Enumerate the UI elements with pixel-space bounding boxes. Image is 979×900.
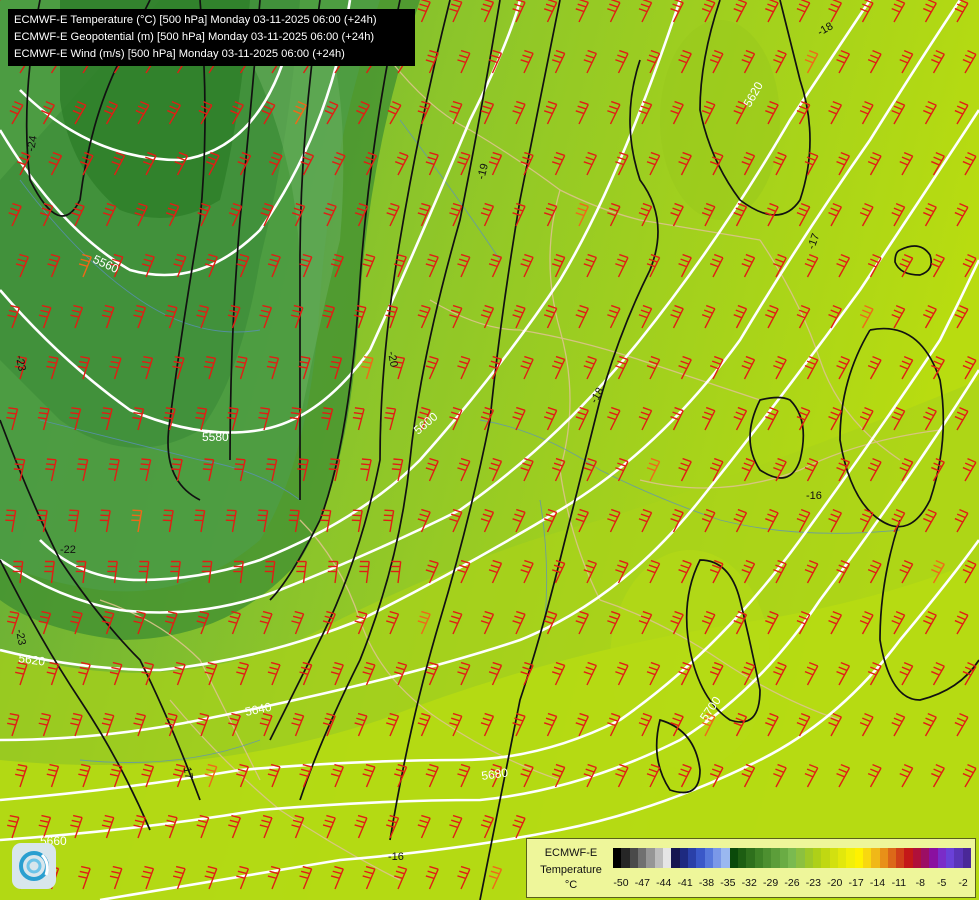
legend-swatch <box>754 848 763 868</box>
legend-swatch <box>762 848 772 868</box>
legend-swatch <box>637 848 647 868</box>
legend-swatch <box>821 848 830 868</box>
legend-swatch <box>737 848 747 868</box>
legend-tick: -8 <box>915 877 925 889</box>
legend-swatch <box>671 848 680 868</box>
legend-color-scale <box>613 848 972 868</box>
legend-tick: -2 <box>958 877 968 889</box>
meteo-logo-icon <box>12 843 56 889</box>
legend-swatch <box>796 848 805 868</box>
label-geo-5580: 5580 <box>202 430 229 444</box>
legend-tick: -20 <box>827 877 843 889</box>
legend-tick-labels: -50 -47 -44 -41 -38 -35 -32 -29 -26 -23 -20 -17 -14-… <box>613 877 971 891</box>
legend-swatch <box>854 848 863 868</box>
legend-swatch <box>879 848 888 868</box>
legend-swatch <box>954 848 963 868</box>
legend-swatch <box>862 848 872 868</box>
legend-swatch <box>629 848 638 868</box>
legend-swatch <box>904 848 913 868</box>
label-temp-m16-right: -16 <box>806 490 822 502</box>
legend-swatch <box>662 848 672 868</box>
legend-swatch <box>804 848 813 868</box>
legend-swatch <box>896 848 905 868</box>
legend-swatch <box>962 848 972 868</box>
color-legend: ECMWF-E Temperature °C -50 -47 -44 -41 -38 -3… <box>526 838 976 898</box>
legend-swatch <box>679 848 688 868</box>
header-geopotential-line: ECMWF-E Geopotential (m) [500 hPa] Monda… <box>14 31 375 43</box>
legend-swatch <box>846 848 855 868</box>
legend-swatch <box>812 848 822 868</box>
legend-swatch <box>829 848 838 868</box>
legend-variable-label: Temperature <box>540 864 602 876</box>
legend-tick: -14 <box>869 877 886 889</box>
legend-swatch <box>621 848 630 868</box>
legend-tick: -38 <box>698 877 715 889</box>
legend-swatch <box>779 848 788 868</box>
legend-tick: -32 <box>741 877 757 889</box>
legend-swatch <box>696 848 705 868</box>
legend-tick: -50 <box>613 877 629 889</box>
legend-swatch <box>937 848 947 868</box>
map-header: ECMWF-E Temperature (°C) [500 hPa] Monda… <box>8 9 415 66</box>
legend-tick: -41 <box>677 877 693 889</box>
legend-swatch <box>704 848 713 868</box>
legend-swatch <box>646 848 655 868</box>
weather-map: 5560 5580 5600 5620 5620 5640 5660 5680 … <box>0 0 979 900</box>
legend-tick: -5 <box>936 877 947 889</box>
legend-swatch <box>746 848 755 868</box>
legend-swatch <box>687 848 697 868</box>
legend-swatch <box>787 848 797 868</box>
legend-unit-label: °C <box>564 879 578 891</box>
legend-swatch <box>946 848 955 868</box>
header-wind-line: ECMWF-E Wind (m/s) [500 hPa] Monday 03-1… <box>14 48 345 60</box>
legend-tick: -29 <box>763 877 779 889</box>
legend-tick: -17 <box>848 877 864 889</box>
legend-swatch <box>929 848 938 868</box>
legend-tick: -35 <box>720 877 736 889</box>
legend-swatch <box>613 848 622 868</box>
legend-swatch <box>912 848 922 868</box>
legend-swatch <box>871 848 880 868</box>
legend-tick: -23 <box>805 877 821 889</box>
header-temperature-line: ECMWF-E Temperature (°C) [500 hPa] Monda… <box>14 14 377 26</box>
label-temp-m16-bottom: -16 <box>388 851 404 863</box>
legend-swatch <box>837 848 847 868</box>
legend-swatch <box>712 848 722 868</box>
label-temp-m22: -22 <box>60 544 76 556</box>
legend-tick: -11 <box>891 877 907 889</box>
legend-tick: -44 <box>656 877 672 889</box>
legend-swatch <box>654 848 663 868</box>
legend-swatch <box>729 848 738 868</box>
legend-tick: -26 <box>784 877 800 889</box>
legend-tick: -47 <box>634 877 650 889</box>
legend-model-label: ECMWF-E <box>544 847 598 859</box>
legend-swatch <box>721 848 730 868</box>
legend-swatch <box>771 848 780 868</box>
legend-swatch <box>887 848 897 868</box>
legend-swatch <box>921 848 930 868</box>
